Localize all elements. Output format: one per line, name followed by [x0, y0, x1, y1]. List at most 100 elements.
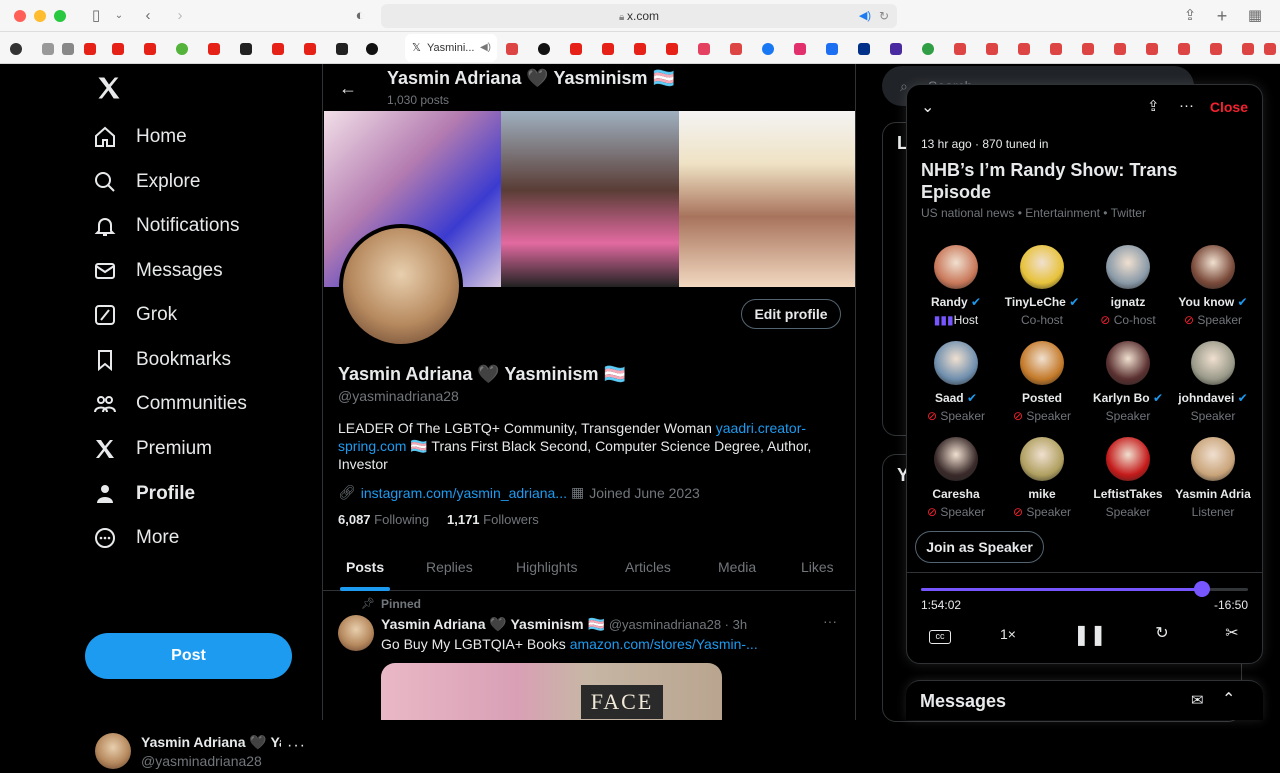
join-as-speaker-button[interactable]: Join as Speaker — [915, 531, 1044, 563]
nav-item-premium[interactable]: Premium — [92, 427, 212, 471]
favicon-facebook-icon[interactable] — [762, 43, 774, 55]
playback-speed-button[interactable]: 1× — [995, 626, 1021, 642]
tab-highlights[interactable]: Highlights — [516, 559, 577, 575]
favicon-youtube-icon[interactable] — [304, 43, 316, 55]
favicon-youtube-icon[interactable] — [602, 43, 614, 55]
tab-media[interactable]: Media — [718, 559, 756, 575]
tab-posts[interactable]: Posts — [346, 559, 384, 575]
account-switcher[interactable]: Yasmin Adriana 🖤 Ya @yasminadriana28 ··· — [95, 733, 315, 773]
playback-scrubber[interactable] — [921, 581, 1248, 597]
back-arrow-icon[interactable]: ← — [339, 78, 357, 99]
nav-item-more[interactable]: More — [92, 516, 179, 560]
post-button[interactable]: Post — [85, 633, 292, 679]
nav-item-messages[interactable]: Messages — [92, 249, 223, 293]
favicon-gmail-icon[interactable] — [954, 43, 966, 55]
nav-item-bookmarks[interactable]: Bookmarks — [92, 338, 231, 382]
nav-item-home[interactable]: Home — [92, 115, 187, 159]
space-participant[interactable]: Posted ⊘ Speaker — [999, 341, 1085, 423]
space-participant[interactable]: You know ✔ ⊘ Speaker — [1170, 245, 1256, 327]
favicon-gmail-icon[interactable] — [1264, 43, 1276, 55]
favicon-amazon-icon[interactable] — [336, 43, 348, 55]
back-icon[interactable]: ‹ — [140, 7, 156, 25]
website-link[interactable]: instagram.com/yasmin_adriana... — [361, 485, 567, 501]
tweet-link[interactable]: amazon.com/stores/Yasmin-... — [570, 636, 758, 652]
favicon-youtube-icon[interactable] — [144, 43, 156, 55]
new-tab-icon[interactable]: + — [1214, 7, 1230, 25]
skip-forward-icon[interactable]: ↻ — [1151, 623, 1173, 643]
favicon-gmail-icon[interactable] — [730, 43, 742, 55]
minimize-window-button[interactable] — [34, 10, 46, 22]
space-participant[interactable]: Yasmin Adria Listener — [1170, 437, 1256, 519]
forward-icon[interactable]: › — [172, 7, 188, 25]
favicon-gmail-icon[interactable] — [1018, 43, 1030, 55]
messages-dock[interactable]: Messages ✉︎ ⌃ — [906, 680, 1263, 720]
more-dots-icon[interactable]: ··· — [823, 613, 837, 629]
space-participant[interactable]: mike ⊘ Speaker — [999, 437, 1085, 519]
nav-item-communities[interactable]: Communities — [92, 382, 247, 426]
favicon-youtube-icon[interactable] — [112, 43, 124, 55]
share-icon[interactable]: ⇪ — [1182, 7, 1198, 25]
tab-overview-icon[interactable]: ▦ — [1246, 7, 1264, 25]
tab-likes[interactable]: Likes — [801, 559, 834, 575]
favicon-youtube-icon[interactable] — [634, 43, 646, 55]
favicon-youtube-icon[interactable] — [570, 43, 582, 55]
tweet-author[interactable]: Yasmin Adriana 🖤 Yasminism 🏳️‍⚧️ @yasmin… — [381, 616, 747, 633]
active-tab[interactable]: 𝕏 Yasmini... ◀︎) — [405, 34, 497, 62]
captions-icon[interactable]: cc — [929, 630, 951, 644]
space-participant[interactable]: TinyLeChe ✔ Co-host — [999, 245, 1085, 327]
shield-icon[interactable]: ◐ — [352, 7, 368, 25]
reload-icon[interactable]: ↻ — [879, 4, 889, 28]
favicon-gmail-icon[interactable] — [1178, 43, 1190, 55]
space-participant[interactable]: Karlyn Bo ✔ Speaker — [1085, 341, 1171, 423]
clip-scissors-icon[interactable]: ✂ — [1221, 623, 1243, 643]
tweet-image[interactable]: FACE — [381, 663, 722, 720]
favicon-youtube-icon[interactable] — [272, 43, 284, 55]
favicon-github-icon[interactable] — [10, 43, 22, 55]
favicon-amazon-icon[interactable] — [240, 43, 252, 55]
favicon-gmail-icon[interactable] — [986, 43, 998, 55]
space-participant[interactable]: Caresha ⊘ Speaker — [913, 437, 999, 519]
zoom-window-button[interactable] — [54, 10, 66, 22]
favicon-gmail-icon[interactable] — [1082, 43, 1094, 55]
tweet-avatar[interactable] — [338, 615, 374, 651]
pause-icon[interactable]: ❚❚ — [1073, 622, 1107, 647]
favicon-mail-icon[interactable] — [890, 43, 902, 55]
favicon-youtube-icon[interactable] — [84, 43, 96, 55]
expand-chevron-icon[interactable]: ⌃ — [1222, 689, 1235, 709]
speaker-icon[interactable]: ◀︎) — [480, 34, 491, 62]
favicon-app-icon[interactable] — [826, 43, 838, 55]
favicon-instagram-icon[interactable] — [794, 43, 806, 55]
space-participant[interactable]: LeftistTakes Speaker — [1085, 437, 1171, 519]
nav-item-profile[interactable]: Profile — [92, 472, 195, 516]
close-window-button[interactable] — [14, 10, 26, 22]
nav-item-grok[interactable]: Grok — [92, 293, 177, 337]
followers-link[interactable]: 1,171 Followers — [447, 512, 539, 527]
edit-profile-button[interactable]: Edit profile — [741, 299, 841, 329]
close-button[interactable]: Close — [1210, 99, 1248, 115]
favicon-gmail-icon[interactable] — [1146, 43, 1158, 55]
favicon-play-icon[interactable] — [176, 43, 188, 55]
profile-avatar[interactable] — [339, 224, 463, 348]
address-bar[interactable]: 🔒︎ x.com ◀︎) ↻ — [381, 4, 897, 28]
scrubber-handle[interactable] — [1194, 581, 1211, 597]
collapse-chevron-icon[interactable]: ⌄ — [921, 97, 934, 117]
favicon-threads-icon[interactable] — [366, 43, 378, 55]
favicon-gmail-icon[interactable] — [1114, 43, 1126, 55]
favicon-gmail-icon[interactable] — [1210, 43, 1222, 55]
chevron-down-icon[interactable]: ⌄ — [112, 7, 126, 25]
favicon-gmail-icon[interactable] — [1050, 43, 1062, 55]
nav-item-explore[interactable]: Explore — [92, 160, 200, 204]
space-participant[interactable]: Saad ✔ ⊘ Speaker — [913, 341, 999, 423]
space-participant[interactable]: Randy ✔ ▮▮▮Host — [913, 245, 999, 327]
favicon-c-icon[interactable] — [42, 43, 54, 55]
audio-playing-icon[interactable]: ◀︎) — [859, 4, 871, 28]
more-dots-icon[interactable]: ··· — [287, 737, 306, 755]
nav-item-notifications[interactable]: Notifications — [92, 204, 240, 248]
sidebar-toggle-icon[interactable]: ▯ — [86, 7, 106, 25]
favicon-paypal-icon[interactable] — [858, 43, 870, 55]
favicon-youtube-icon[interactable] — [666, 43, 678, 55]
x-logo-icon[interactable] — [95, 74, 123, 102]
more-dots-icon[interactable]: ··· — [1179, 97, 1194, 114]
favicon-gmail-icon[interactable] — [506, 43, 518, 55]
following-link[interactable]: 6,087 Following — [338, 512, 429, 527]
